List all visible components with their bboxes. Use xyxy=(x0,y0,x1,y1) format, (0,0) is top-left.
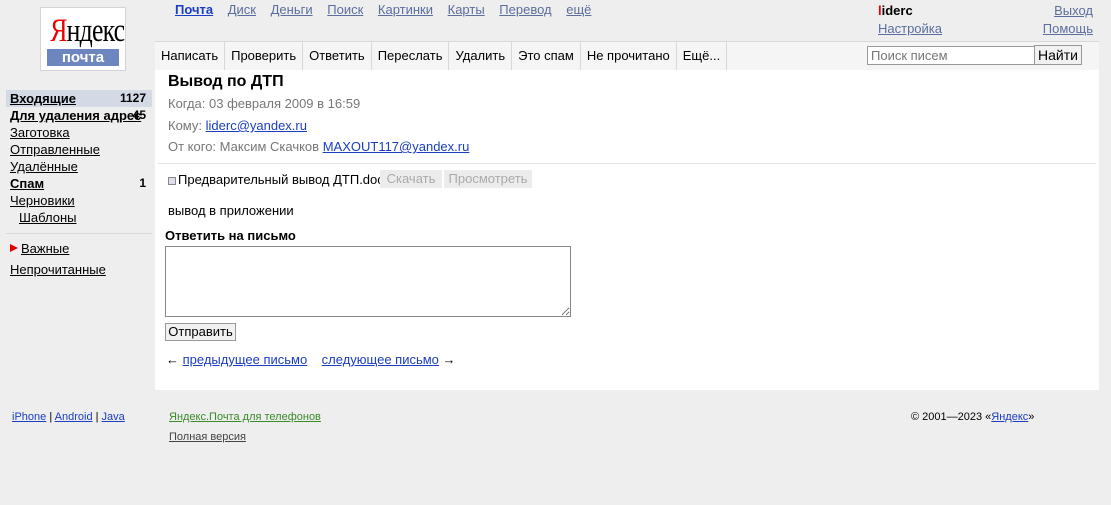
settings-link[interactable]: Настройка xyxy=(878,21,942,36)
more-button[interactable]: Ещё... xyxy=(677,42,728,70)
compose-button[interactable]: Написать xyxy=(155,42,226,70)
attachment-name: Предварительный вывод ДТП.doc xyxy=(178,172,384,187)
logo-service-label: почта xyxy=(47,49,119,66)
footer-separator: | xyxy=(95,411,99,423)
message-navigation: ← предыдущее письмо следующее письмо → xyxy=(166,352,456,367)
folder-name: Шаблоны xyxy=(19,210,77,225)
service-link-mail[interactable]: Почта xyxy=(175,2,213,17)
service-link-translate[interactable]: Перевод xyxy=(499,2,551,17)
android-link[interactable]: Android xyxy=(55,411,93,423)
service-link-maps[interactable]: Карты xyxy=(448,2,485,17)
flag-icon xyxy=(10,244,18,252)
recipient-email-link[interactable]: liderc@yandex.ru xyxy=(206,118,307,133)
service-link-more[interactable]: ещё xyxy=(566,2,591,17)
spam-button[interactable]: Это спам xyxy=(512,42,581,70)
folder-template-draft[interactable]: Заготовка xyxy=(6,124,152,141)
logout-link[interactable]: Выход xyxy=(1054,3,1093,18)
copyright: © 2001—2023 «Яндекс» xyxy=(911,411,1035,423)
message-sender: От кого: Максим Скачков MAXOUT117@yandex… xyxy=(168,139,470,154)
preview-button[interactable]: Просмотреть xyxy=(444,170,532,188)
folder-count: 45 xyxy=(132,108,146,122)
reply-button[interactable]: Ответить xyxy=(303,42,372,70)
sidebar-divider xyxy=(6,233,152,234)
folder-inbox[interactable]: Входящие 1127 xyxy=(6,90,152,107)
yandex-link[interactable]: Яндекс xyxy=(991,411,1028,423)
logo-wordmark: Яндекс xyxy=(50,13,125,49)
user-name[interactable]: liderc xyxy=(878,3,913,18)
forward-button[interactable]: Переслать xyxy=(372,42,450,70)
header-divider xyxy=(158,163,1096,164)
label-important[interactable]: Важные xyxy=(10,241,69,256)
folder-name: Входящие xyxy=(10,91,76,106)
prev-message-link[interactable]: предыдущее письмо xyxy=(183,352,308,367)
java-link[interactable]: Java xyxy=(102,411,125,423)
folder-templates[interactable]: Шаблоны xyxy=(6,209,152,226)
mark-unread-button[interactable]: Не прочитано xyxy=(581,42,677,70)
folder-name: Черновики xyxy=(10,193,75,208)
sender-email-link[interactable]: MAXOUT117@yandex.ru xyxy=(323,139,470,154)
service-link-money[interactable]: Деньги xyxy=(271,2,313,17)
send-button[interactable]: Отправить xyxy=(165,323,236,341)
mobile-mail-link[interactable]: Яндекс.Почта для телефонов xyxy=(169,411,321,423)
footer-separator: | xyxy=(49,411,53,423)
folder-sent[interactable]: Отправленные xyxy=(6,141,152,158)
folder-to-delete[interactable]: Для удаления адрес 45 xyxy=(6,107,152,124)
folder-deleted[interactable]: Удалённые xyxy=(6,158,152,175)
download-button[interactable]: Скачать xyxy=(380,170,442,188)
yandex-mail-logo[interactable]: Яндекс почта xyxy=(41,8,125,70)
check-mail-button[interactable]: Проверить xyxy=(225,42,304,70)
service-link-images[interactable]: Картинки xyxy=(378,2,433,17)
label-important-text: Важные xyxy=(21,241,70,256)
folder-spam[interactable]: Спам 1 xyxy=(6,175,152,192)
iphone-link[interactable]: iPhone xyxy=(12,411,46,423)
delete-button[interactable]: Удалить xyxy=(449,42,513,70)
folder-name: Отправленные xyxy=(10,142,100,157)
help-link[interactable]: Помощь xyxy=(1043,21,1093,36)
attachment-icon xyxy=(168,177,176,185)
folder-name: Для удаления адрес xyxy=(10,108,142,123)
arrow-left-icon: ← xyxy=(166,352,179,367)
message-body: вывод в приложении xyxy=(168,203,294,218)
attachment-item[interactable]: Предварительный вывод ДТП.doc xyxy=(168,172,384,187)
reply-title: Ответить на письмо xyxy=(165,228,296,243)
search-button[interactable]: Найти xyxy=(1034,45,1082,65)
search-input[interactable] xyxy=(867,46,1035,65)
folder-name: Заготовка xyxy=(10,125,70,140)
full-version-link[interactable]: Полная версия xyxy=(169,431,246,443)
services-nav: Почта Диск Деньги Поиск Картинки Карты П… xyxy=(175,2,602,17)
folder-name: Спам xyxy=(10,176,45,191)
folder-list: Входящие 1127 Для удаления адрес 45 Заго… xyxy=(6,90,152,226)
folder-drafts[interactable]: Черновики xyxy=(6,192,152,209)
folder-count: 1 xyxy=(139,176,146,190)
next-message-link[interactable]: следующее письмо xyxy=(322,352,439,367)
service-link-disk[interactable]: Диск xyxy=(228,2,256,17)
arrow-right-icon: → xyxy=(442,352,456,367)
message-recipient: Кому: liderc@yandex.ru xyxy=(168,118,307,133)
folder-name: Удалённые xyxy=(10,159,78,174)
reply-textarea[interactable] xyxy=(165,246,571,317)
message-date: Когда: 03 февраля 2009 в 16:59 xyxy=(168,96,361,111)
footer-apps: iPhone | Android | Java xyxy=(12,411,125,423)
service-link-search[interactable]: Поиск xyxy=(327,2,363,17)
folder-count: 1127 xyxy=(119,91,146,105)
message-subject: Вывод по ДТП xyxy=(168,73,284,90)
label-unread[interactable]: Непрочитанные xyxy=(10,262,106,277)
